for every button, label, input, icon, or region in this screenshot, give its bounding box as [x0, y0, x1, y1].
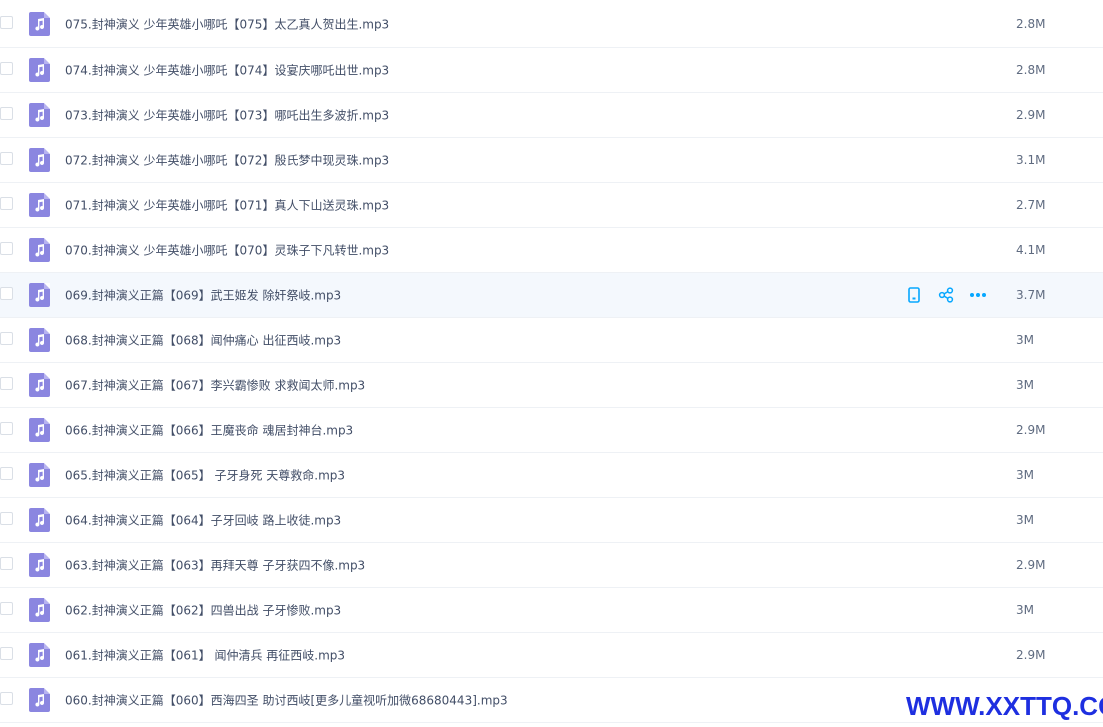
- file-row[interactable]: 074.封神演义 少年英雄小哪吒【074】设宴庆哪吒出世.mp3 2.8M: [0, 48, 1103, 93]
- file-row[interactable]: 062.封神演义正篇【062】四兽出战 子牙惨败.mp3 3M: [0, 588, 1103, 633]
- row-checkbox[interactable]: [0, 467, 13, 480]
- row-checkbox[interactable]: [0, 377, 13, 390]
- file-size: 3M: [1016, 513, 1034, 527]
- audio-file-icon: [29, 508, 50, 532]
- file-row[interactable]: 073.封神演义 少年英雄小哪吒【073】哪吒出生多波折.mp3 2.9M: [0, 93, 1103, 138]
- file-row[interactable]: 075.封神演义 少年英雄小哪吒【075】太乙真人贺出生.mp3 2.8M: [0, 0, 1103, 48]
- file-size: 2.8M: [1016, 16, 1046, 31]
- row-checkbox[interactable]: [0, 512, 13, 525]
- audio-file-icon: [29, 553, 50, 577]
- file-row[interactable]: 067.封神演义正篇【067】李兴霸惨败 求救闻太师.mp3 3M: [0, 363, 1103, 408]
- row-checkbox[interactable]: [0, 287, 13, 300]
- audio-file-icon: [29, 58, 50, 82]
- file-row[interactable]: 063.封神演义正篇【063】再拜天尊 子牙获四不像.mp3 2.9M: [0, 543, 1103, 588]
- row-checkbox[interactable]: [0, 647, 13, 660]
- file-list: 075.封神演义 少年英雄小哪吒【075】太乙真人贺出生.mp3 2.8M 07…: [0, 0, 1103, 723]
- file-size: 2.9M: [1016, 558, 1046, 572]
- file-name[interactable]: 073.封神演义 少年英雄小哪吒【073】哪吒出生多波折.mp3: [65, 107, 389, 124]
- file-size: 2.8M: [1016, 63, 1046, 77]
- file-name[interactable]: 072.封神演义 少年英雄小哪吒【072】殷氏梦中现灵珠.mp3: [65, 152, 389, 169]
- file-name[interactable]: 069.封神演义正篇【069】武王姬发 除奸祭岐.mp3: [65, 287, 341, 304]
- file-size: 3.1M: [1016, 153, 1046, 167]
- file-name[interactable]: 063.封神演义正篇【063】再拜天尊 子牙获四不像.mp3: [65, 557, 365, 574]
- row-checkbox[interactable]: [0, 197, 13, 210]
- file-name[interactable]: 067.封神演义正篇【067】李兴霸惨败 求救闻太师.mp3: [65, 377, 365, 394]
- audio-file-icon: [29, 193, 50, 217]
- file-row[interactable]: 068.封神演义正篇【068】闻仲痛心 出征西岐.mp3 3M: [0, 318, 1103, 363]
- audio-file-icon: [29, 598, 50, 622]
- file-row[interactable]: 071.封神演义 少年英雄小哪吒【071】真人下山送灵珠.mp3 2.7M: [0, 183, 1103, 228]
- file-name[interactable]: 062.封神演义正篇【062】四兽出战 子牙惨败.mp3: [65, 602, 341, 619]
- file-size: 3M: [1016, 378, 1034, 392]
- row-checkbox[interactable]: [0, 557, 13, 570]
- row-actions: [905, 285, 1001, 305]
- row-checkbox[interactable]: [0, 107, 13, 120]
- file-size: 3M: [1016, 468, 1034, 482]
- file-row[interactable]: 066.封神演义正篇【066】王魔丧命 魂居封神台.mp3 2.9M: [0, 408, 1103, 453]
- file-name[interactable]: 068.封神演义正篇【068】闻仲痛心 出征西岐.mp3: [65, 332, 341, 349]
- row-checkbox[interactable]: [0, 15, 13, 29]
- file-size: 3.7M: [1016, 288, 1046, 302]
- audio-file-icon: [29, 688, 50, 712]
- file-row[interactable]: 061.封神演义正篇【061】 闻仲清兵 再征西岐.mp3 2.9M: [0, 633, 1103, 678]
- file-name[interactable]: 065.封神演义正篇【065】 子牙身死 天尊救命.mp3: [65, 467, 345, 484]
- file-name[interactable]: 075.封神演义 少年英雄小哪吒【075】太乙真人贺出生.mp3: [65, 15, 389, 32]
- file-name[interactable]: 066.封神演义正篇【066】王魔丧命 魂居封神台.mp3: [65, 422, 353, 439]
- file-size: 2.9M: [1016, 108, 1046, 122]
- audio-file-icon: [29, 328, 50, 352]
- file-name[interactable]: 061.封神演义正篇【061】 闻仲清兵 再征西岐.mp3: [65, 647, 345, 664]
- file-row[interactable]: 072.封神演义 少年英雄小哪吒【072】殷氏梦中现灵珠.mp3 3.1M: [0, 138, 1103, 183]
- file-size: 2.7M: [1016, 198, 1046, 212]
- audio-file-icon: [29, 148, 50, 172]
- audio-file-icon: [29, 373, 50, 397]
- audio-file-icon: [29, 11, 50, 36]
- audio-file-icon: [29, 418, 50, 442]
- audio-file-icon: [29, 283, 50, 307]
- row-checkbox[interactable]: [0, 152, 13, 165]
- row-checkbox[interactable]: [0, 242, 13, 255]
- audio-file-icon: [29, 643, 50, 667]
- file-name[interactable]: 074.封神演义 少年英雄小哪吒【074】设宴庆哪吒出世.mp3: [65, 62, 389, 79]
- file-name[interactable]: 070.封神演义 少年英雄小哪吒【070】灵珠子下凡转世.mp3: [65, 242, 389, 259]
- audio-file-icon: [29, 238, 50, 262]
- audio-file-icon: [29, 463, 50, 487]
- row-checkbox[interactable]: [0, 692, 13, 705]
- file-name[interactable]: 064.封神演义正篇【064】子牙回岐 路上收徒.mp3: [65, 512, 341, 529]
- row-checkbox[interactable]: [0, 62, 13, 75]
- share-icon[interactable]: [937, 286, 955, 304]
- file-size: 2.9M: [1016, 648, 1046, 662]
- site-watermark: WWW.XXTTQ.COM: [906, 691, 1103, 721]
- audio-file-icon: [29, 103, 50, 127]
- more-icon[interactable]: [969, 286, 987, 304]
- file-row-hovered[interactable]: 069.封神演义正篇【069】武王姬发 除奸祭岐.mp3 3.7M: [0, 273, 1103, 318]
- row-checkbox[interactable]: [0, 422, 13, 435]
- file-row[interactable]: 070.封神演义 少年英雄小哪吒【070】灵珠子下凡转世.mp3 4.1M: [0, 228, 1103, 273]
- row-checkbox[interactable]: [0, 602, 13, 615]
- row-checkbox[interactable]: [0, 332, 13, 345]
- file-size: 4.1M: [1016, 243, 1046, 257]
- file-size: 3M: [1016, 603, 1034, 617]
- file-size: 2.9M: [1016, 423, 1046, 437]
- file-row[interactable]: 064.封神演义正篇【064】子牙回岐 路上收徒.mp3 3M: [0, 498, 1103, 543]
- file-name[interactable]: 071.封神演义 少年英雄小哪吒【071】真人下山送灵珠.mp3: [65, 197, 389, 214]
- file-name[interactable]: 060.封神演义正篇【060】西海四圣 助讨西岐[更多儿童视听加微6868044…: [65, 692, 508, 709]
- file-size: 3M: [1016, 333, 1034, 347]
- file-row[interactable]: 065.封神演义正篇【065】 子牙身死 天尊救命.mp3 3M: [0, 453, 1103, 498]
- phone-icon[interactable]: [905, 286, 923, 304]
